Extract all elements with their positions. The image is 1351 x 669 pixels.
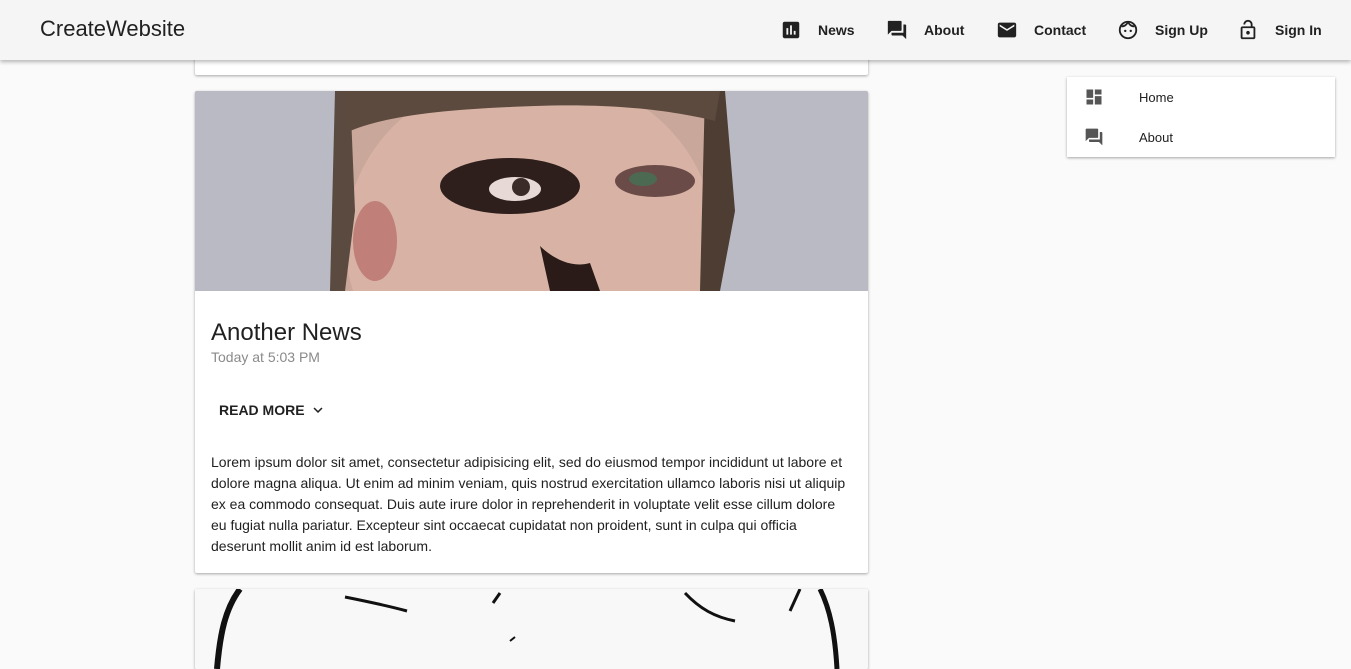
nav-contact[interactable]: Contact (996, 0, 1086, 60)
nav-sign-in[interactable]: Sign In (1237, 0, 1322, 60)
app-bar: CreateWebsite News About Contact Sign Up… (0, 0, 1351, 60)
dashboard-icon (1086, 89, 1102, 105)
forum-icon (887, 20, 907, 40)
side-menu-item-home[interactable]: Home (1067, 77, 1335, 117)
next-news-card (195, 589, 868, 669)
side-menu-label-home: Home (1139, 89, 1174, 105)
news-title: Another News (211, 319, 362, 346)
news-body: Lorem ipsum dolor sit amet, consectetur … (211, 454, 846, 554)
mail-icon (997, 22, 1017, 38)
chevron-down-icon (313, 407, 323, 413)
news-card: Another News Today at 5:03 PM READ MORE … (195, 91, 868, 573)
news-image (195, 91, 868, 291)
nav-sign-in-label: Sign In (1275, 22, 1322, 38)
brand-title[interactable]: CreateWebsite (40, 16, 185, 42)
forum-icon (1085, 128, 1103, 146)
nav-contact-label: Contact (1034, 22, 1087, 38)
lock-open-icon (1240, 19, 1256, 40)
nav-about-label: About (924, 22, 965, 38)
news-date: Today at 5:03 PM (211, 349, 320, 365)
read-more-button[interactable]: READ MORE (211, 395, 335, 425)
side-menu-label-about: About (1139, 129, 1173, 145)
nav-news-label: News (818, 22, 855, 38)
nav-sign-up-label: Sign Up (1155, 22, 1208, 38)
nav-news[interactable]: News (780, 0, 855, 60)
read-more-label: READ MORE (219, 402, 305, 418)
face-icon (1118, 20, 1138, 40)
side-menu-item-about[interactable]: About (1067, 117, 1335, 157)
nav-about[interactable]: About (886, 0, 964, 60)
nav-sign-up[interactable]: Sign Up (1117, 0, 1208, 60)
next-news-image (195, 589, 868, 669)
side-menu: Home About (1067, 77, 1335, 157)
bar-chart-icon (782, 21, 800, 39)
